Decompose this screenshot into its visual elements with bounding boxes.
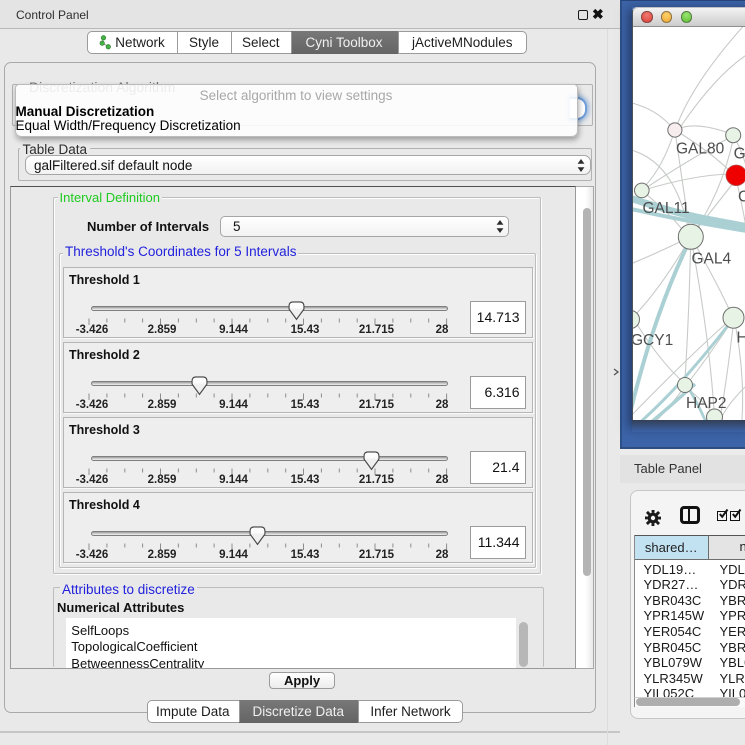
svg-text:GCY1: GCY1	[633, 332, 673, 349]
svg-text:HAP2: HAP2	[686, 395, 727, 412]
svg-text:C: C	[738, 189, 745, 206]
svg-text:H: H	[736, 330, 745, 347]
svg-text:GAL4: GAL4	[691, 251, 731, 268]
svg-text:GAL80: GAL80	[676, 141, 725, 158]
svg-text:GA: GA	[733, 146, 745, 163]
svg-text:GAL11: GAL11	[642, 200, 689, 217]
